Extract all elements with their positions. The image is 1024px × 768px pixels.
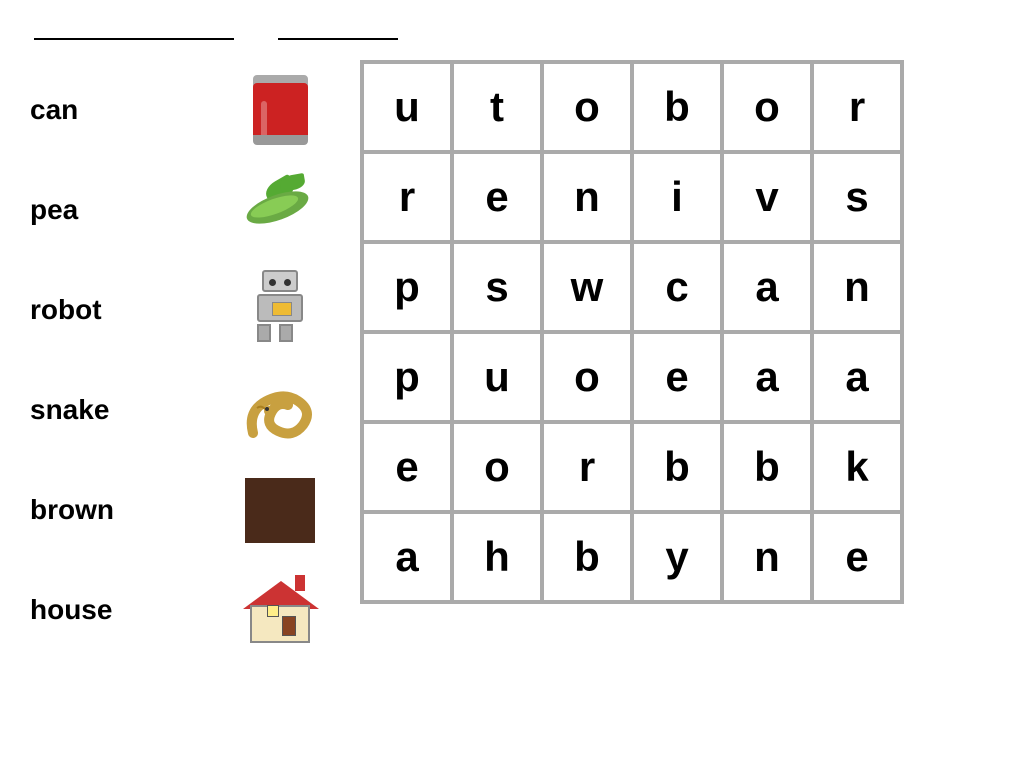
house-icon [243,573,318,648]
list-item: robot [30,260,320,360]
can-icon [253,75,308,145]
image-house [240,570,320,650]
grid-cell: a [812,332,902,422]
grid-cell: n [812,242,902,332]
image-brown [240,470,320,550]
grid-cell: r [542,422,632,512]
robot-body [257,294,303,322]
grid-cell: n [722,512,812,602]
word-list: can pea [30,60,320,660]
name-line [34,20,234,40]
robot-leg-left [257,324,271,342]
grid-cell: e [632,332,722,422]
grid-cell: y [632,512,722,602]
header-area [30,20,994,40]
grid-cell: s [812,152,902,242]
grid-cell: w [542,242,632,332]
grid-cell: n [542,152,632,242]
grid-cell: o [542,332,632,422]
grid-cell: b [722,422,812,512]
word-brown: brown [30,494,130,526]
grid-cell: p [362,242,452,332]
grid-cell: o [452,422,542,512]
grid-cell: k [812,422,902,512]
letter-grid: utoborrenivspswcanpuoeaaeorbbkahbyne [360,60,904,604]
grid-cell: a [362,512,452,602]
grid-cell: u [452,332,542,422]
house-body [250,605,310,643]
word-robot: robot [30,294,130,326]
grid-cell: r [362,152,452,242]
image-pea [240,170,320,250]
list-item: pea [30,160,320,260]
house-window [267,605,279,617]
grid-cell: e [812,512,902,602]
grid-cell: b [542,512,632,602]
grid-cell: r [812,62,902,152]
grid-cell: t [452,62,542,152]
grid-cell: i [632,152,722,242]
grid-cell: v [722,152,812,242]
main-content: can pea [30,60,994,660]
robot-icon [250,270,310,350]
name-field [30,20,234,40]
list-item: house [30,560,320,660]
date-line [278,20,398,40]
grid-cell: b [632,422,722,512]
list-item: snake [30,360,320,460]
grid-cell: a [722,242,812,332]
word-house: house [30,594,130,626]
snake-icon [243,373,318,448]
image-can [240,70,320,150]
grid-cell: a [722,332,812,422]
grid-cell: h [452,512,542,602]
robot-head [262,270,298,292]
grid-cell: b [632,62,722,152]
grid-cell: p [362,332,452,422]
robot-leg-right [279,324,293,342]
grid-cell: e [362,422,452,512]
grid-cell: c [632,242,722,332]
image-snake [240,370,320,450]
word-can: can [30,94,130,126]
word-pea: pea [30,194,130,226]
grid-cell: u [362,62,452,152]
robot-legs [257,324,303,342]
robot-eye-left [269,279,276,286]
robot-eye-right [284,279,291,286]
date-field [274,20,398,40]
grid-cell: o [542,62,632,152]
house-door [282,616,296,636]
word-snake: snake [30,394,130,426]
grid-cell: e [452,152,542,242]
grid-cell: o [722,62,812,152]
pea-icon [245,175,315,245]
robot-chest [272,302,292,316]
list-item: can [30,60,320,160]
can-body [253,83,308,143]
page: can pea [0,0,1024,680]
list-item: brown [30,460,320,560]
can-bottom [253,135,308,145]
image-robot [240,270,320,350]
brown-square-icon [245,478,315,543]
grid-cell: s [452,242,542,332]
